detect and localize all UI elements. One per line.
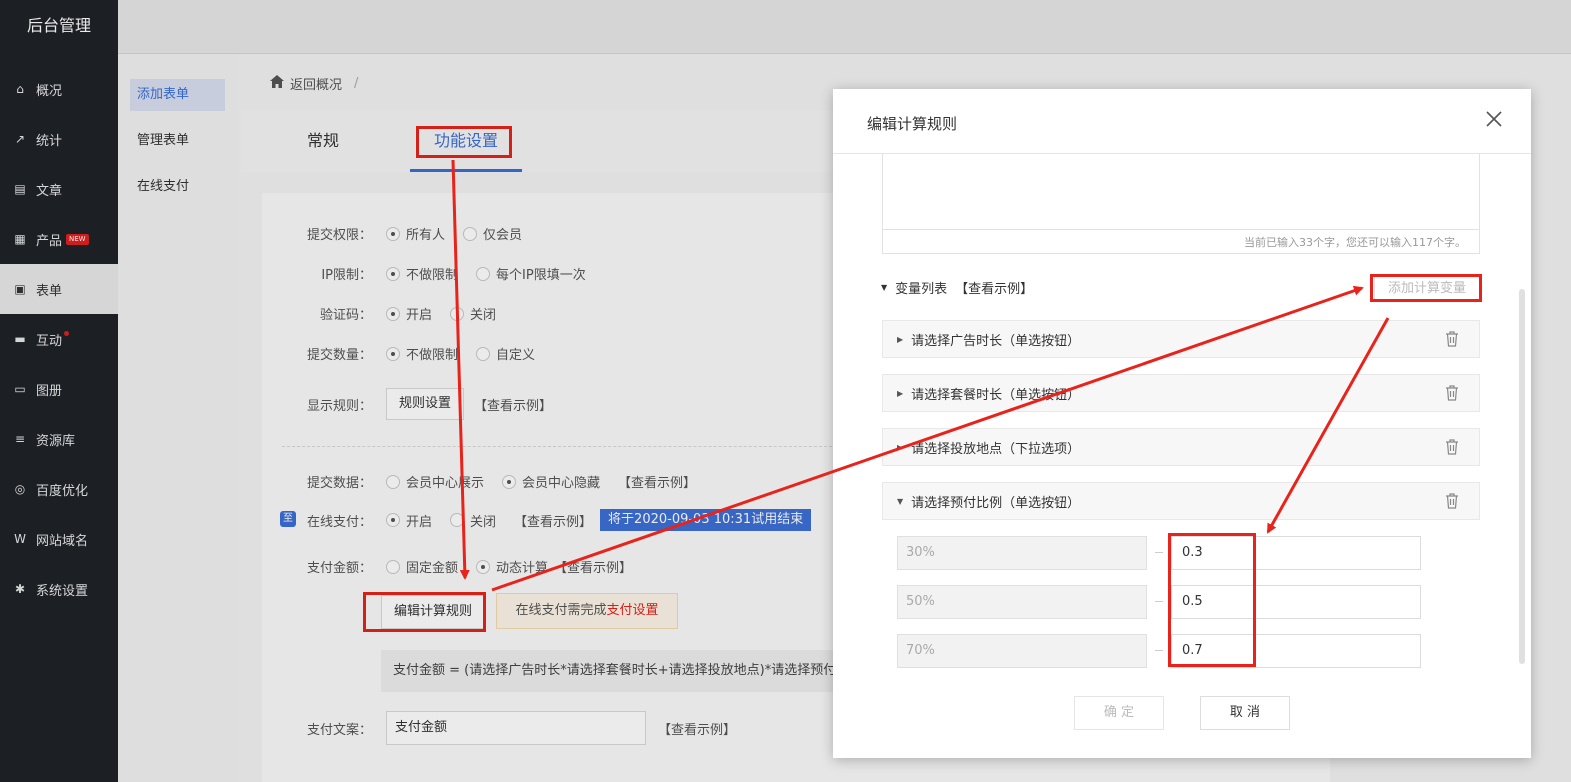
option-label: 70% bbox=[897, 634, 1147, 668]
variable-item[interactable]: ▶ 请选择广告时长（单选按钮） bbox=[882, 320, 1480, 358]
variable-list-header[interactable]: ▼ 变量列表 【查看示例】 bbox=[881, 278, 1033, 297]
edit-calc-rule-dialog: 编辑计算规则 当前已输入33个字，您还可以输入117个字。 ▼ 变量列表 【查看… bbox=[833, 89, 1531, 758]
highlight-option-values bbox=[1168, 533, 1256, 667]
trash-icon[interactable] bbox=[1445, 385, 1459, 401]
dialog-title: 编辑计算规则 bbox=[867, 115, 958, 133]
dash bbox=[1155, 552, 1163, 553]
cancel-button[interactable]: 取 消 bbox=[1200, 696, 1290, 730]
dash bbox=[1155, 650, 1163, 651]
caret-right-icon: ▶ bbox=[897, 442, 904, 452]
option-label: 30% bbox=[897, 536, 1147, 570]
variable-item[interactable]: ▶ 请选择投放地点（下拉选项） bbox=[882, 428, 1480, 466]
variable-example-link[interactable]: 【查看示例】 bbox=[955, 278, 1033, 297]
close-icon[interactable] bbox=[1485, 109, 1503, 134]
dialog-header: 编辑计算规则 bbox=[833, 89, 1531, 154]
caret-right-icon: ▶ bbox=[897, 334, 904, 344]
variable-label: 请选择套餐时长（单选按钮） bbox=[911, 387, 1081, 403]
variable-label: 请选择广告时长（单选按钮） bbox=[911, 333, 1081, 349]
variable-list-label: 变量列表 bbox=[895, 282, 948, 297]
trash-icon[interactable] bbox=[1445, 331, 1459, 347]
variable-label: 请选择预付比例（单选按钮） bbox=[911, 495, 1081, 511]
char-counter: 当前已输入33个字，您还可以输入117个字。 bbox=[882, 229, 1480, 254]
caret-down-icon: ▼ bbox=[881, 283, 888, 292]
trash-icon[interactable] bbox=[1445, 493, 1459, 509]
caret-down-icon: ▼ bbox=[897, 496, 904, 506]
option-label: 50% bbox=[897, 585, 1147, 619]
variable-item-expanded[interactable]: ▼ 请选择预付比例（单选按钮） bbox=[882, 482, 1480, 520]
trash-icon[interactable] bbox=[1445, 439, 1459, 455]
variable-item[interactable]: ▶ 请选择套餐时长（单选按钮） bbox=[882, 374, 1480, 412]
dialog-scrollbar[interactable] bbox=[1519, 289, 1525, 664]
dash bbox=[1155, 601, 1163, 602]
highlight-add-variable bbox=[1370, 274, 1482, 302]
confirm-button[interactable]: 确 定 bbox=[1074, 696, 1164, 730]
variable-label: 请选择投放地点（下拉选项） bbox=[911, 441, 1081, 457]
caret-right-icon: ▶ bbox=[897, 388, 904, 398]
